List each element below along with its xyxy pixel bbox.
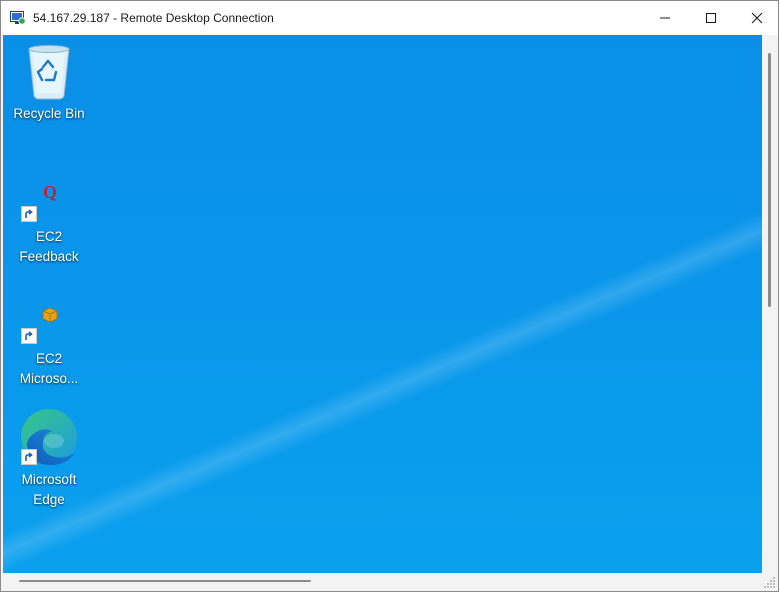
feedback-q-icon: Q [43,182,57,202]
horizontal-scrollbar[interactable] [3,573,762,591]
title-bar[interactable]: 54.167.29.187 - Remote Desktop Connectio… [1,1,778,35]
desktop-icon-ec2-microsoft[interactable]: EC2 Microso... [11,297,87,389]
package-box-icon [42,307,58,323]
remote-desktop-app-icon [10,11,26,25]
desktop-icon-recycle-bin[interactable]: Recycle Bin [11,43,87,127]
close-icon [751,12,763,24]
vertical-scrollbar[interactable] [762,35,778,573]
horizontal-scroll-thumb[interactable] [19,580,311,582]
svg-text:Q: Q [43,182,57,202]
resize-grip-icon[interactable] [763,575,777,589]
ec2-microsoft-label: EC2 Microso... [19,351,79,386]
shortcut-arrow-icon [21,328,37,344]
maximize-icon [706,13,716,23]
window-title: 54.167.29.187 - Remote Desktop Connectio… [33,11,274,25]
minimize-button[interactable] [642,1,688,35]
recycle-bin-icon [28,45,70,100]
microsoft-edge-label: Microsoft Edge [21,472,77,507]
desktop-icon-ec2-feedback[interactable]: Q EC2 Feedback [11,175,87,267]
minimize-icon [660,17,670,19]
remote-desktop-area[interactable]: Recycle Bin Q EC2 Feedback EC2 Microso..… [3,35,762,573]
ec2-feedback-label: EC2 Feedback [19,229,79,264]
vertical-scroll-thumb[interactable] [768,53,771,307]
close-button[interactable] [734,1,778,35]
shortcut-arrow-icon [21,449,37,465]
maximize-button[interactable] [688,1,734,35]
desktop-icon-microsoft-edge[interactable]: Microsoft Edge [11,405,87,511]
recycle-bin-label: Recycle Bin [13,106,85,121]
remote-desktop-window: 54.167.29.187 - Remote Desktop Connectio… [0,0,779,592]
shortcut-arrow-icon [21,206,37,222]
